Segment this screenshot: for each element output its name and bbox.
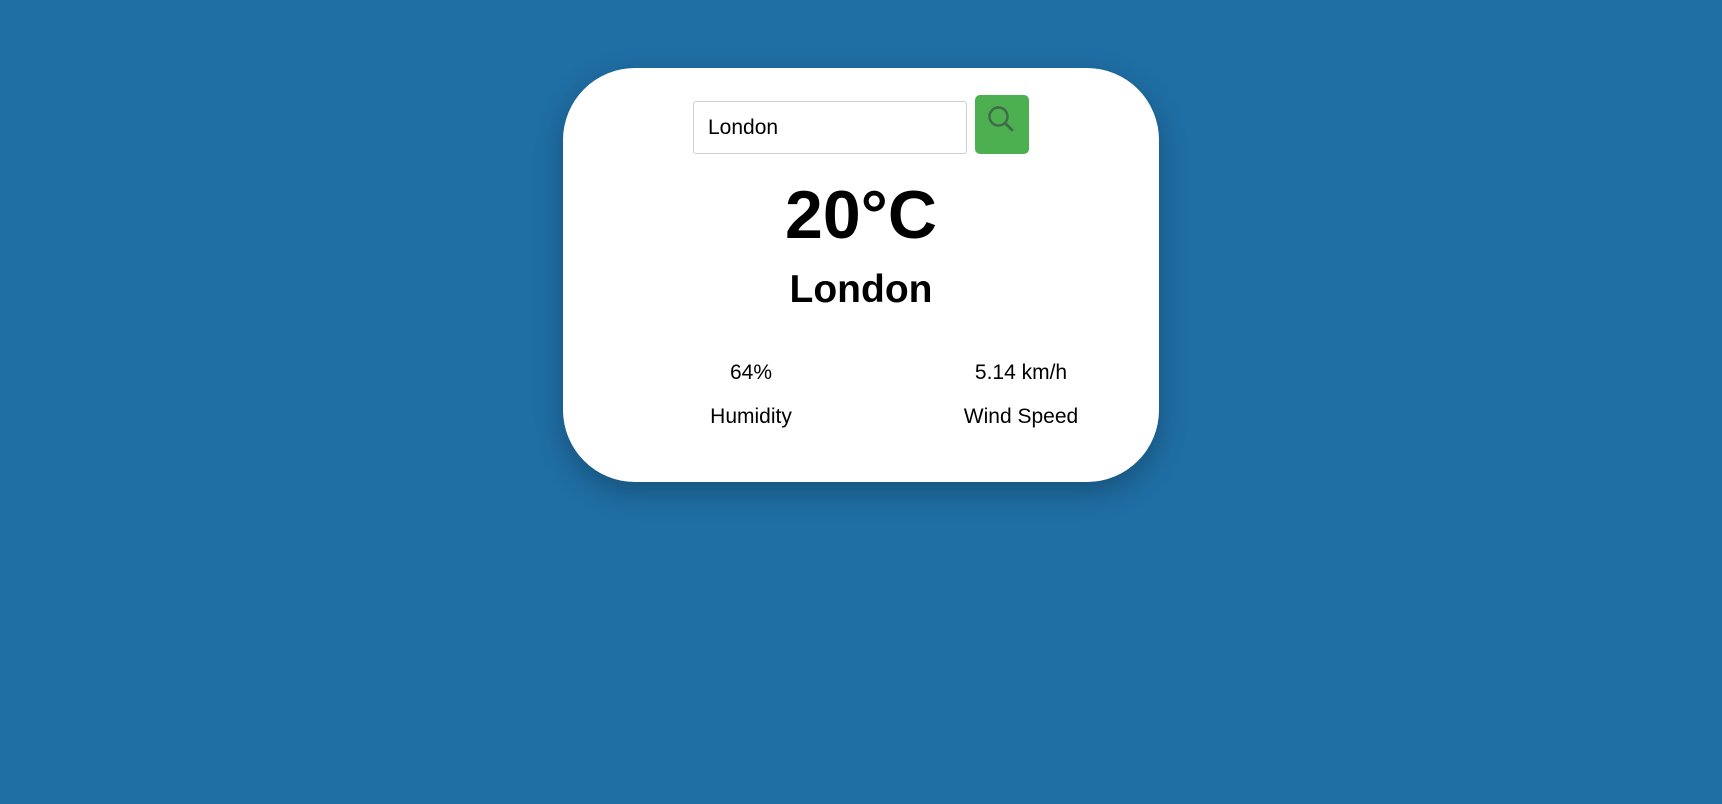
- city-name: London: [789, 268, 933, 311]
- humidity-detail: 64% Humidity: [651, 362, 851, 427]
- wind-speed-detail: 5.14 km/h Wind Speed: [921, 362, 1121, 427]
- city-search-input[interactable]: [693, 101, 967, 154]
- humidity-value: 64%: [729, 361, 773, 384]
- search-button[interactable]: [975, 95, 1029, 154]
- weather-card: 20°C London 64% Humidity 5.14 km/h Wind …: [563, 68, 1159, 482]
- wind-speed-label: Wind Speed: [963, 405, 1079, 428]
- temperature: 20°C: [785, 177, 937, 253]
- wind-speed-value: 5.14 km/h: [974, 361, 1068, 384]
- search-icon: [986, 104, 1016, 134]
- humidity-label: Humidity: [710, 405, 792, 428]
